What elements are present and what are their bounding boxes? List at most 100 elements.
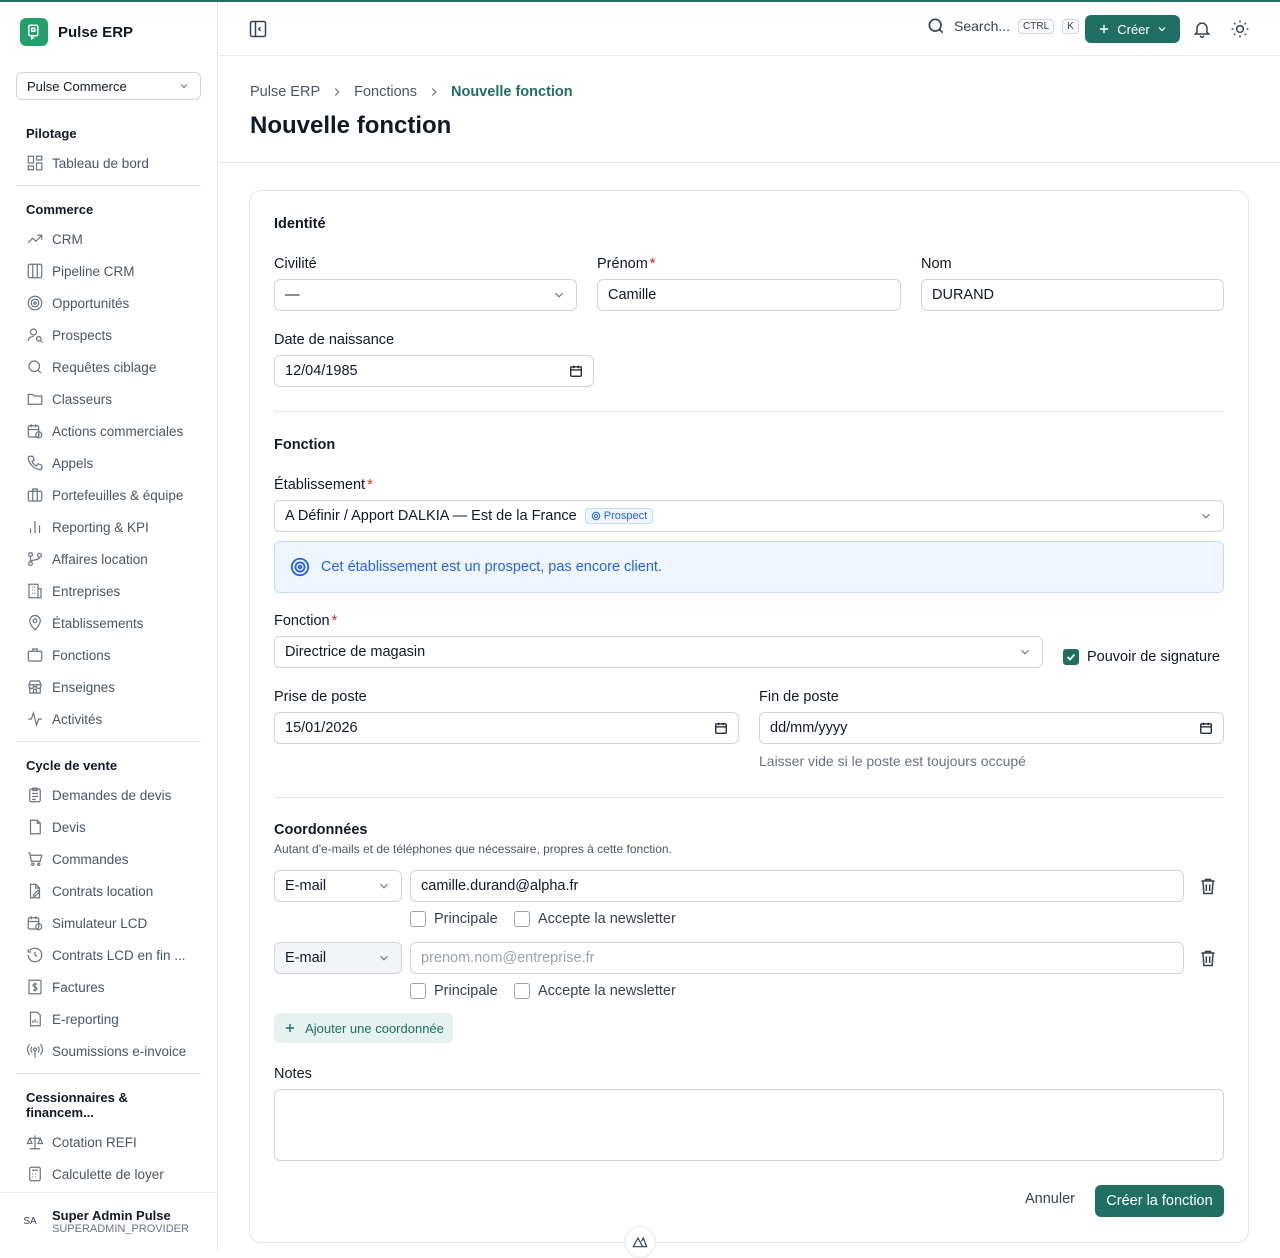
signature-checkbox[interactable]: Pouvoir de signature bbox=[1063, 649, 1220, 665]
checkbox[interactable] bbox=[410, 911, 426, 927]
principal-checkbox[interactable]: Principale bbox=[410, 983, 498, 999]
calendar-icon[interactable] bbox=[714, 721, 728, 735]
sidebar-item-portefeuilles[interactable]: Portefeuilles & équipe bbox=[16, 479, 201, 511]
sidebar-item-label: Requêtes ciblage bbox=[52, 359, 157, 375]
sidebar-item-activites[interactable]: Activités bbox=[16, 703, 201, 735]
sidebar-item-appels[interactable]: Appels bbox=[16, 447, 201, 479]
sidebar-item-factures[interactable]: Factures bbox=[16, 971, 201, 1003]
sidebar-item-commandes[interactable]: Commandes bbox=[16, 843, 201, 875]
section-divider bbox=[274, 411, 1224, 412]
sidebar-item-crm[interactable]: CRM bbox=[16, 223, 201, 255]
sidebar-item-classeurs[interactable]: Classeurs bbox=[16, 383, 201, 415]
calendar-icon[interactable] bbox=[1199, 721, 1213, 735]
app-logo-icon bbox=[20, 18, 48, 46]
required-marker: * bbox=[649, 256, 656, 272]
sidebar-item-pipeline-crm[interactable]: Pipeline CRM bbox=[16, 255, 201, 287]
add-contact-label: Ajouter une coordonnée bbox=[305, 1020, 444, 1036]
sidebar-item-cotation-refi[interactable]: Cotation REFI bbox=[16, 1126, 201, 1158]
trash-icon bbox=[1201, 950, 1215, 967]
contact-type-value: E-mail bbox=[285, 950, 327, 966]
nav-divider bbox=[16, 185, 201, 186]
delete-contact-button[interactable] bbox=[1198, 948, 1218, 972]
birthdate-field[interactable]: 12/04/1985 bbox=[274, 355, 594, 387]
cancel-button[interactable]: Annuler bbox=[1025, 1191, 1075, 1207]
check-icon bbox=[1066, 653, 1076, 661]
sidebar-item-requetes-ciblage[interactable]: Requêtes ciblage bbox=[16, 351, 201, 383]
sidebar-item-actions-commerciales[interactable]: Actions commerciales bbox=[16, 415, 201, 447]
brand[interactable]: Pulse ERP bbox=[20, 18, 133, 46]
sidebar-item-opportunites[interactable]: Opportunités bbox=[16, 287, 201, 319]
search-button[interactable]: Search... CTRL K bbox=[926, 16, 1079, 36]
devtools-toggle-button[interactable] bbox=[624, 1226, 656, 1258]
contact-placeholder: prenom.nom@entreprise.fr bbox=[421, 950, 595, 966]
contact-value-field[interactable]: camille.durand@alpha.fr bbox=[410, 870, 1184, 902]
civilite-select[interactable]: — bbox=[274, 279, 577, 311]
end-date-placeholder: dd/mm/yyyy bbox=[770, 720, 848, 736]
etablissement-select[interactable]: A Définir / Apport DALKIA — Est de la Fr… bbox=[274, 500, 1224, 532]
civilite-label: Civilité bbox=[274, 256, 317, 272]
columns-icon bbox=[27, 263, 43, 279]
briefcase-icon bbox=[27, 648, 43, 662]
plus-icon bbox=[1100, 24, 1109, 34]
sidebar-item-demandes-de-devis[interactable]: Demandes de devis bbox=[16, 779, 201, 811]
end-date-field[interactable]: dd/mm/yyyy bbox=[759, 712, 1224, 744]
checkbox[interactable] bbox=[514, 983, 530, 999]
sidebar-item-label: Contrats location bbox=[52, 883, 154, 899]
sidebar-item-calculette-de-loyer[interactable]: Calculette de loyer bbox=[16, 1158, 201, 1190]
notifications-button[interactable] bbox=[1192, 19, 1212, 43]
sidebar-item-contrats-lcd-fin[interactable]: Contrats LCD en fin ... bbox=[16, 939, 201, 971]
newsletter-checkbox[interactable]: Accepte la newsletter bbox=[514, 983, 676, 999]
prenom-field[interactable]: Camille bbox=[597, 279, 901, 311]
theme-toggle-button[interactable] bbox=[1230, 19, 1250, 43]
notes-label: Notes bbox=[274, 1066, 312, 1082]
contact-value-field[interactable]: prenom.nom@entreprise.fr bbox=[410, 942, 1184, 974]
sidebar-item-reporting-kpi[interactable]: Reporting & KPI bbox=[16, 511, 201, 543]
start-date-field[interactable]: 15/01/2026 bbox=[274, 712, 739, 744]
sidebar-item-enseignes[interactable]: Enseignes bbox=[16, 671, 201, 703]
fonction-select[interactable]: Directrice de magasin bbox=[274, 636, 1043, 668]
sidebar-item-entreprises[interactable]: Entreprises bbox=[16, 575, 201, 607]
sidebar-item-fonctions[interactable]: Fonctions bbox=[16, 639, 201, 671]
checkbox[interactable] bbox=[514, 911, 530, 927]
sidebar-item-simulateur-lcd[interactable]: Simulateur LCD bbox=[16, 907, 201, 939]
delete-contact-button[interactable] bbox=[1198, 876, 1218, 900]
prenom-label: Prénom * bbox=[597, 256, 655, 272]
newsletter-checkbox[interactable]: Accepte la newsletter bbox=[514, 911, 676, 927]
sidebar-toggle-button[interactable] bbox=[248, 19, 268, 43]
sidebar-item-label: CRM bbox=[52, 231, 83, 247]
contact-type-select[interactable]: E-mail bbox=[274, 942, 402, 974]
contact-type-select[interactable]: E-mail bbox=[274, 870, 402, 902]
submit-button[interactable]: Créer la fonction bbox=[1095, 1185, 1224, 1217]
principal-checkbox[interactable]: Principale bbox=[410, 911, 498, 927]
current-user[interactable]: SA Super Admin Pulse SUPERADMIN_PROVIDER bbox=[0, 1192, 217, 1250]
sidebar-item-prospects[interactable]: Prospects bbox=[16, 319, 201, 351]
file-edit-icon bbox=[29, 883, 41, 899]
nom-field[interactable]: DURAND bbox=[921, 279, 1224, 311]
phone-icon bbox=[27, 455, 43, 471]
sidebar-item-label: Factures bbox=[52, 979, 105, 995]
sidebar-item-contrats-location[interactable]: Contrats location bbox=[16, 875, 201, 907]
nav-divider bbox=[16, 741, 201, 742]
breadcrumb-home[interactable]: Pulse ERP bbox=[250, 84, 320, 100]
sidebar-item-devis[interactable]: Devis bbox=[16, 811, 201, 843]
breadcrumb-fonctions[interactable]: Fonctions bbox=[354, 84, 417, 100]
target-icon bbox=[27, 295, 43, 311]
organization-select[interactable]: Pulse Commerce bbox=[16, 72, 201, 100]
checkbox[interactable] bbox=[410, 983, 426, 999]
calendar-icon[interactable] bbox=[569, 364, 583, 378]
chevron-right-icon bbox=[431, 88, 437, 96]
add-contact-button[interactable]: Ajouter une coordonnée bbox=[274, 1013, 453, 1043]
sidebar-item-soumissions-e-invoice[interactable]: Soumissions e-invoice bbox=[16, 1035, 201, 1067]
notes-textarea[interactable] bbox=[274, 1089, 1224, 1161]
app-name: Pulse ERP bbox=[58, 23, 134, 41]
chevron-down-icon bbox=[555, 292, 563, 298]
sidebar-item-etablissements[interactable]: Établissements bbox=[16, 607, 201, 639]
section-contacts-title: Coordonnées bbox=[274, 822, 368, 838]
sidebar-item-tableau-de-bord[interactable]: Tableau de bord bbox=[16, 147, 201, 179]
sidebar-item-affaires-location[interactable]: Affaires location bbox=[16, 543, 201, 575]
sidebar-collapse-icon bbox=[249, 20, 267, 38]
checkbox-checked[interactable] bbox=[1063, 649, 1079, 665]
create-button[interactable]: Créer bbox=[1085, 15, 1180, 43]
sidebar-item-e-reporting[interactable]: E-reporting bbox=[16, 1003, 201, 1035]
sidebar-item-label: Pipeline CRM bbox=[52, 263, 135, 279]
